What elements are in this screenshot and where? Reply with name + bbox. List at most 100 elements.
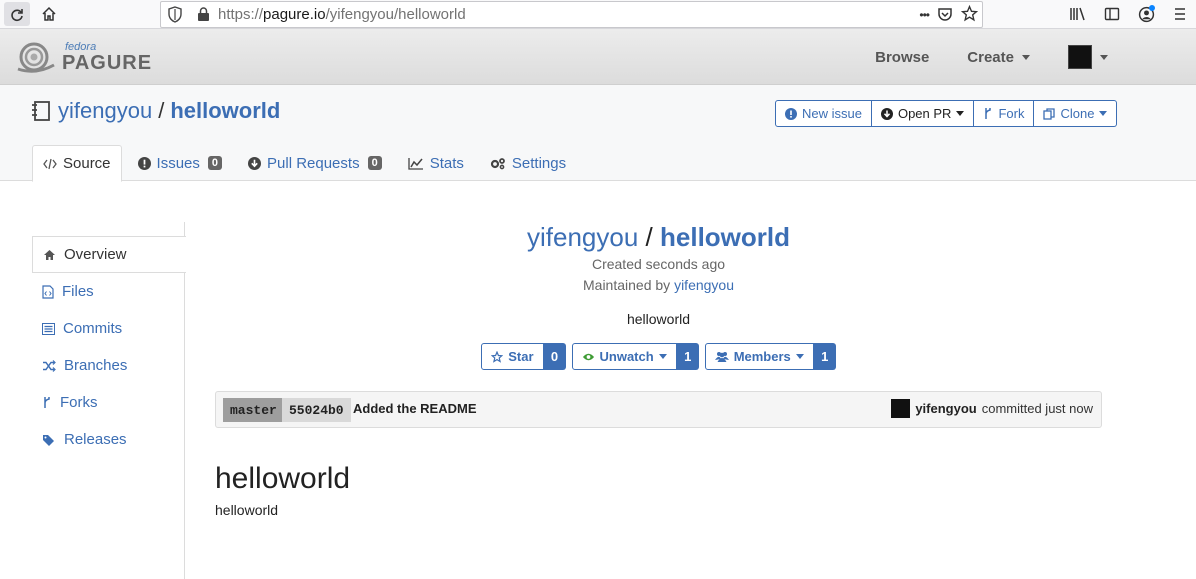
lock-icon[interactable] — [197, 7, 210, 25]
watch-action: Unwatch 1 — [571, 343, 699, 370]
random-icon — [43, 359, 56, 372]
url-path: /yifengyou/helloworld — [325, 6, 466, 23]
issues-count-badge: 0 — [207, 156, 223, 170]
readme-title: helloworld — [215, 462, 351, 495]
new-issue-label: New issue — [802, 106, 862, 121]
pocket-icon[interactable] — [937, 6, 953, 25]
avatar — [891, 399, 911, 418]
tab-pull-requests[interactable]: Pull Requests 0 — [238, 145, 392, 181]
sidebar-item-releases[interactable]: Releases — [32, 421, 184, 458]
open-pr-button[interactable]: Open PR — [871, 100, 975, 127]
star-label: Star — [508, 349, 534, 364]
user-menu[interactable] — [1068, 45, 1108, 69]
pull-requests-count-badge: 0 — [367, 156, 382, 170]
fork-icon — [44, 397, 50, 408]
cogs-icon — [490, 157, 505, 169]
library-icon[interactable] — [1066, 2, 1090, 26]
maintainer-line: Maintained by yifengyou — [215, 275, 1102, 296]
menu-icon[interactable] — [1168, 2, 1192, 26]
account-icon[interactable] — [1134, 2, 1158, 26]
chevron-down-icon — [956, 111, 965, 116]
tab-source-label: Source — [63, 155, 111, 172]
page-actions-button[interactable]: ••• — [919, 8, 930, 22]
members-count[interactable]: 1 — [813, 343, 836, 370]
repo-header: yifengyou / helloworld New issue Open PR… — [0, 85, 1196, 182]
pagure-shell-icon — [17, 42, 55, 73]
tab-stats[interactable]: Stats — [398, 145, 474, 181]
create-label: Create — [967, 48, 1014, 66]
star-button[interactable]: Star — [481, 343, 544, 370]
sidebar-item-files[interactable]: Files — [32, 273, 184, 310]
commit-message[interactable]: Added the README — [353, 401, 477, 416]
sidebar-item-label: Branches — [64, 357, 128, 374]
clone-label: Clone — [1060, 106, 1095, 121]
home-button[interactable] — [36, 2, 62, 26]
star-count[interactable]: 0 — [543, 343, 566, 370]
sidebar-item-label: Overview — [64, 246, 127, 263]
line-chart-icon — [408, 157, 423, 170]
latest-commit-bar: master 55024b0 Added the README yifengyo… — [215, 391, 1102, 428]
arrow-circle-down-icon — [880, 107, 893, 120]
chevron-down-icon — [1100, 54, 1108, 60]
maintainer-link[interactable]: yifengyou — [674, 277, 734, 293]
home-icon — [42, 6, 56, 21]
bookmark-star-icon[interactable] — [960, 4, 979, 25]
eye-icon — [582, 353, 594, 360]
members-action: Members 1 — [704, 343, 836, 370]
shield-icon[interactable] — [167, 6, 183, 26]
tab-source[interactable]: Source — [32, 145, 122, 182]
chevron-down-icon — [1099, 111, 1108, 116]
sidebar-item-branches[interactable]: Branches — [32, 347, 184, 384]
create-menu[interactable]: Create — [967, 49, 1030, 66]
branch-label[interactable]: master — [223, 398, 284, 422]
sidebar-item-overview[interactable]: Overview — [32, 236, 186, 273]
project-title-separator: / — [645, 222, 653, 252]
avatar — [1068, 45, 1092, 69]
sidebar-item-commits[interactable]: Commits — [32, 310, 184, 347]
commit-time: committed just now — [981, 401, 1093, 416]
reload-icon — [11, 9, 23, 22]
tab-issues-label: Issues — [156, 154, 200, 172]
sidebar-item-label: Commits — [63, 320, 123, 337]
exclamation-circle-icon — [137, 156, 151, 170]
url-domain: pagure.io — [263, 6, 326, 23]
tab-issues[interactable]: Issues 0 — [128, 145, 232, 181]
fork-icon — [985, 108, 992, 119]
browse-link[interactable]: Browse — [875, 49, 929, 66]
clone-button[interactable]: Clone — [1034, 100, 1118, 127]
project-actions: Star 0 Unwatch 1 Members 1 — [215, 343, 1102, 370]
sidebar-item-forks[interactable]: Forks — [32, 384, 184, 421]
commit-author-link[interactable]: yifengyou — [915, 401, 976, 416]
project-title: yifengyou / helloworld — [215, 220, 1102, 254]
repo-overview: yifengyou / helloworld Created seconds a… — [215, 215, 1102, 518]
commit-hash[interactable]: 55024b0 — [282, 398, 351, 422]
tab-settings[interactable]: Settings — [480, 145, 576, 181]
tab-settings-label: Settings — [511, 154, 567, 172]
new-issue-button[interactable]: New issue — [775, 100, 872, 127]
fork-button[interactable]: Fork — [974, 100, 1035, 127]
code-icon — [43, 158, 57, 169]
members-button[interactable]: Members — [704, 343, 814, 370]
project-name-link[interactable]: helloworld — [660, 222, 790, 252]
repo-title-separator: / — [158, 98, 165, 123]
url-text[interactable]: https://pagure.io/yifengyou/helloworld — [218, 6, 466, 23]
repo-namespace-link[interactable]: yifengyou — [58, 98, 152, 124]
url-bar[interactable]: https://pagure.io/yifengyou/helloworld •… — [160, 1, 983, 28]
unwatch-label: Unwatch — [599, 349, 654, 364]
logo-pagure-text: PAGURE — [62, 51, 153, 74]
sidebar-toggle-icon[interactable] — [1100, 2, 1124, 26]
unwatch-button[interactable]: Unwatch — [571, 343, 677, 370]
chevron-down-icon — [795, 354, 804, 359]
pagure-logo[interactable]: fedora PAGURE — [16, 41, 152, 73]
arrow-circle-down-icon — [248, 156, 262, 170]
fork-label: Fork — [998, 106, 1025, 121]
repo-name-link[interactable]: helloworld — [170, 98, 280, 124]
home-icon — [44, 249, 55, 260]
reload-button[interactable] — [4, 2, 30, 26]
repo-tabs: Source Issues 0 Pull Requests 0 Stats Sett… — [32, 145, 582, 182]
chevron-down-icon — [1022, 54, 1030, 60]
watch-count[interactable]: 1 — [676, 343, 699, 370]
repo-actions: New issue Open PR Fork Clone — [775, 100, 1118, 127]
site-header: fedora PAGURE Browse Create — [0, 29, 1196, 85]
project-namespace-link[interactable]: yifengyou — [527, 222, 638, 252]
